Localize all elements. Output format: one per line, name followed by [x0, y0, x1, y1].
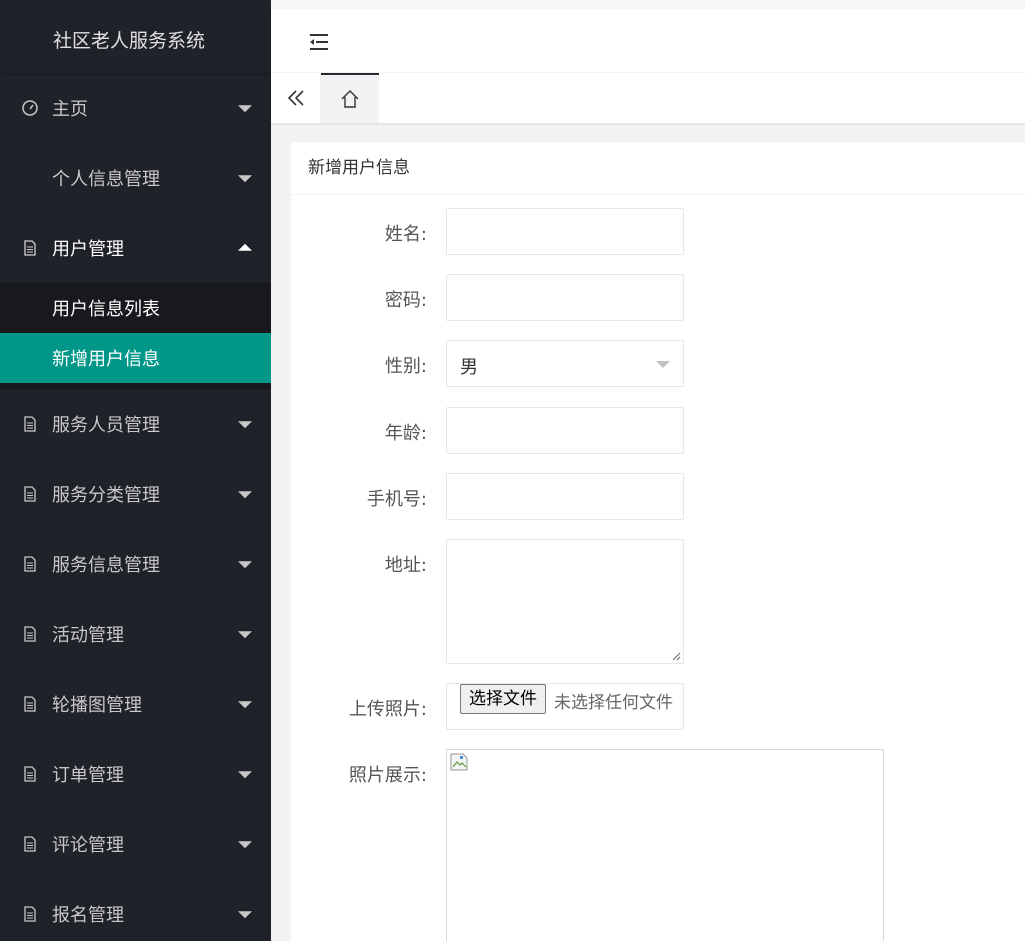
sidebar-item-label: 服务人员管理: [52, 415, 160, 436]
photo-label: 照片展示:: [348, 765, 427, 786]
file-input[interactable]: 选择文件 未选择任何文件: [446, 683, 684, 730]
sidebar-item-label: 活动管理: [52, 625, 124, 646]
document-icon: [21, 905, 39, 923]
document-icon: [21, 485, 39, 503]
age-input[interactable]: [446, 407, 684, 454]
sidebar-item-service-info[interactable]: 服务信息管理: [0, 529, 271, 599]
sidebar-item-label: 个人信息管理: [52, 169, 160, 190]
sidebar-item-label: 订单管理: [52, 765, 124, 786]
document-icon: [21, 625, 39, 643]
upload-label: 上传照片:: [348, 699, 427, 720]
sidebar-item-service-category[interactable]: 服务分类管理: [0, 459, 271, 529]
document-icon: [21, 765, 39, 783]
form-card: 新增用户信息 姓名: 密码: 性别: 男 年龄: 手机号: 地址: 上传照片: …: [291, 142, 1025, 941]
sidebar-item-home[interactable]: 主页: [0, 73, 271, 143]
chevron-down-icon: [238, 491, 252, 499]
chevron-down-icon: [238, 701, 252, 709]
address-textarea[interactable]: [446, 539, 684, 664]
chevron-down-icon: [238, 175, 252, 183]
gender-selected-value: 男: [460, 357, 478, 378]
chevron-down-icon: [238, 771, 252, 779]
chevron-down-icon: [238, 561, 252, 569]
sidebar-item-label: 轮播图管理: [52, 695, 142, 716]
document-icon: [21, 415, 39, 433]
photo-preview: [446, 749, 884, 941]
double-chevron-left-icon[interactable]: [271, 73, 321, 123]
name-input[interactable]: [446, 208, 684, 255]
chevron-down-icon: [656, 361, 670, 368]
phone-input[interactable]: [446, 473, 684, 520]
dashboard-icon: [21, 99, 39, 117]
sidebar-item-label: 用户管理: [52, 239, 124, 260]
sidebar-item-orders[interactable]: 订单管理: [0, 739, 271, 809]
chevron-down-icon: [238, 421, 252, 429]
form-title: 新增用户信息: [291, 142, 1025, 195]
home-icon[interactable]: [321, 73, 379, 123]
resize-handle-icon[interactable]: [672, 652, 681, 661]
sidebar-subitem-user-list[interactable]: 用户信息列表: [0, 283, 271, 333]
chevron-down-icon: [238, 911, 252, 919]
top-header: [271, 0, 1025, 73]
gender-select[interactable]: 男: [446, 340, 684, 387]
document-icon: [21, 695, 39, 713]
sidebar-item-personal-info[interactable]: 个人信息管理: [0, 143, 271, 213]
password-input[interactable]: [446, 274, 684, 321]
chevron-down-icon: [238, 105, 252, 113]
sidebar-item-registration[interactable]: 报名管理: [0, 879, 271, 941]
sidebar-item-activity[interactable]: 活动管理: [0, 599, 271, 669]
sidebar-item-label: 服务信息管理: [52, 555, 160, 576]
sidebar-item-comments[interactable]: 评论管理: [0, 809, 271, 879]
sidebar-item-carousel[interactable]: 轮播图管理: [0, 669, 271, 739]
chevron-down-icon: [238, 631, 252, 639]
broken-image-icon: [450, 753, 468, 771]
address-label: 地址:: [384, 555, 427, 576]
name-label: 姓名:: [384, 224, 427, 245]
menu-fold-icon[interactable]: [308, 31, 330, 53]
sidebar-item-user-management[interactable]: 用户管理: [0, 213, 271, 283]
chevron-up-icon: [238, 243, 252, 251]
chevron-down-icon: [238, 841, 252, 849]
sidebar-item-staff-management[interactable]: 服务人员管理: [0, 389, 271, 459]
sidebar: 社区老人服务系统 主页 个人信息管理 用户管理 用户信息列表 新增用户信息 服务…: [0, 0, 271, 941]
document-icon: [21, 239, 39, 257]
sidebar-submenu: 用户信息列表 新增用户信息: [0, 283, 271, 389]
sidebar-item-label: 评论管理: [52, 835, 124, 856]
document-icon: [21, 835, 39, 853]
app-title: 社区老人服务系统: [0, 0, 271, 73]
choose-file-button[interactable]: 选择文件: [460, 684, 546, 714]
document-icon: [21, 555, 39, 573]
password-label: 密码:: [384, 290, 427, 311]
sidebar-item-label: 报名管理: [52, 905, 124, 926]
sidebar-item-label: 主页: [52, 99, 88, 120]
phone-label: 手机号:: [366, 489, 427, 510]
sidebar-subitem-add-user[interactable]: 新增用户信息: [0, 333, 271, 383]
file-status-text: 未选择任何文件: [554, 693, 673, 713]
gender-label: 性别:: [384, 356, 427, 377]
sidebar-item-label: 服务分类管理: [52, 485, 160, 506]
tab-bar: [271, 73, 1025, 124]
age-label: 年龄:: [384, 423, 427, 444]
